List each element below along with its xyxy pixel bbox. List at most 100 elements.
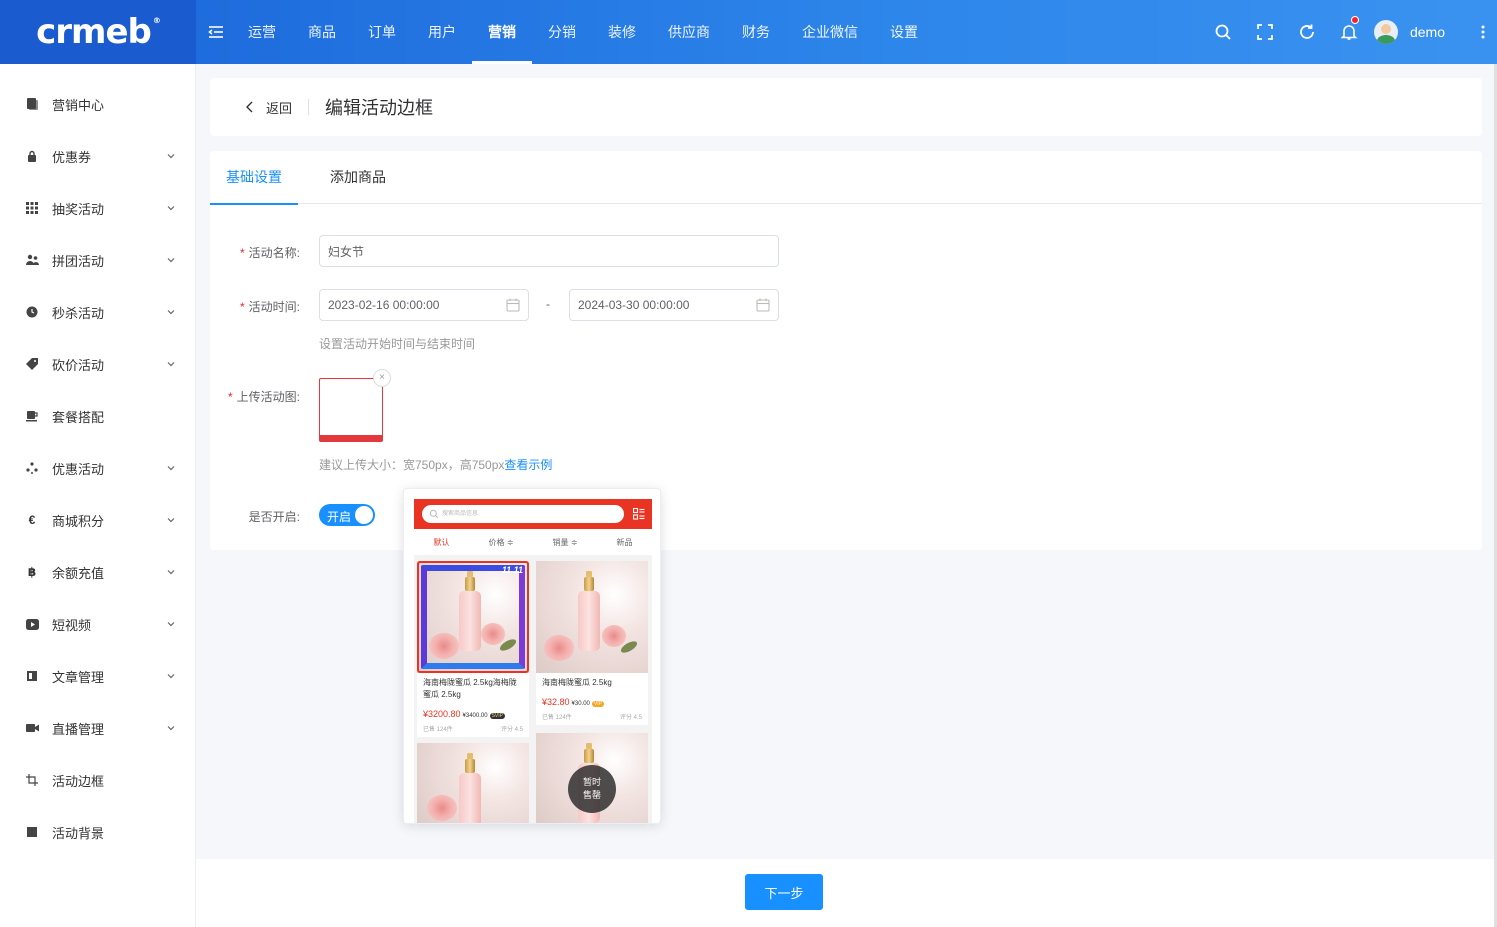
sidebar-item-label: 优惠活动 xyxy=(52,461,105,477)
frame-badge: 11.11 xyxy=(501,565,523,575)
sidebar-item-bundle[interactable]: 套餐搭配 xyxy=(0,390,195,442)
time-separator: - xyxy=(546,297,550,311)
sidebar-item-bargain[interactable]: 砍价活动 xyxy=(0,338,195,390)
example-search-bar: 搜索商品信息 xyxy=(414,499,652,529)
document-icon xyxy=(24,96,40,112)
product-name: 海南梅陇蜜瓜 2.5kg xyxy=(542,678,612,687)
sidebar-item-label: 余额充值 xyxy=(52,565,105,581)
sidebar-item-articles[interactable]: 文章管理 xyxy=(0,650,195,702)
tab-basic-settings[interactable]: 基础设置 xyxy=(210,151,298,205)
remove-image-button[interactable]: × xyxy=(373,369,391,387)
lock-icon xyxy=(24,148,40,164)
more-button[interactable] xyxy=(1469,0,1497,64)
sidebar-item-label: 营销中心 xyxy=(52,97,105,113)
view-example-link[interactable]: 查看示例 xyxy=(504,458,552,472)
sidebar-item-flash-sale[interactable]: 秒杀活动 xyxy=(0,286,195,338)
notification-button[interactable] xyxy=(1328,0,1370,64)
switch-text: 开启 xyxy=(327,510,352,524)
sidebar-item-promotions[interactable]: 优惠活动 xyxy=(0,442,195,494)
sidebar-item-label: 优惠券 xyxy=(52,149,92,165)
sort-sales: 销量 ≑ xyxy=(552,537,578,547)
sidebar-item-label: 直播管理 xyxy=(52,721,105,737)
tab-add-products[interactable]: 添加商品 xyxy=(298,151,418,204)
page-title: 编辑活动边框 xyxy=(325,98,434,118)
sidebar-item-points[interactable]: € 商城积分 xyxy=(0,494,195,546)
menu-collapse-icon[interactable] xyxy=(208,24,224,40)
clock-icon xyxy=(24,304,40,320)
product-name: 海南梅陇蜜瓜 2.5kg海梅陇蜜瓜 2.5kg xyxy=(423,678,517,699)
enable-switch[interactable]: 开启 xyxy=(319,504,375,526)
back-label: 返回 xyxy=(266,100,293,116)
sidebar-item-group-buy[interactable]: 拼团活动 xyxy=(0,234,195,286)
sidebar-item-label: 活动背景 xyxy=(52,825,105,841)
upload-label: * 上传活动图: xyxy=(227,390,300,404)
top-nav: 运营 商品 订单 用户 营销 分销 装修 供应商 财务 企业微信 设置 xyxy=(232,0,934,64)
logo[interactable]: crmeb ® xyxy=(0,0,196,64)
product-meta: 已售 124件 评分 4.5 xyxy=(542,715,642,721)
nav-wecom[interactable]: 企业微信 xyxy=(786,0,874,64)
sidebar-item-short-video[interactable]: 短视频 xyxy=(0,598,195,650)
sidebar-item-label: 套餐搭配 xyxy=(52,409,105,425)
footer-bar xyxy=(196,859,1497,927)
sidebar-item-live[interactable]: 直播管理 xyxy=(0,702,195,754)
chevron-down-icon xyxy=(167,466,175,471)
back-button[interactable]: 返回 xyxy=(244,98,292,117)
cup-icon xyxy=(24,408,40,424)
start-time-picker[interactable] xyxy=(319,289,529,321)
sidebar-item-label: 文章管理 xyxy=(52,669,105,685)
product-image: 11.11 xyxy=(417,561,529,673)
sidebar-item-label: 拼团活动 xyxy=(52,253,105,269)
product-image xyxy=(536,561,648,673)
username: demo xyxy=(1409,24,1445,40)
activity-name-input[interactable] xyxy=(319,235,779,267)
sidebar-item-marketing-center[interactable]: 营销中心 xyxy=(0,78,195,130)
highlight-border xyxy=(417,561,529,673)
baht-icon: ฿ xyxy=(27,565,37,579)
chevron-down-icon xyxy=(167,206,175,211)
sidebar-item-recharge[interactable]: ฿ 余额充值 xyxy=(0,546,195,598)
nav-distribution[interactable]: 分销 xyxy=(532,0,592,64)
refresh-button[interactable] xyxy=(1286,0,1328,64)
nav-marketing[interactable]: 营销 xyxy=(472,0,532,64)
nav-finance[interactable]: 财务 xyxy=(726,0,786,64)
sort-price: 价格 ≑ xyxy=(488,537,514,547)
sidebar-item-activity-background[interactable]: 活动背景 xyxy=(0,806,195,858)
next-step-button[interactable]: 下一步 xyxy=(745,874,823,910)
nav-supplier[interactable]: 供应商 xyxy=(652,0,726,64)
nav-users[interactable]: 用户 xyxy=(412,0,472,64)
chevron-down-icon xyxy=(167,674,175,679)
uploaded-frame-image[interactable] xyxy=(319,378,383,442)
chevron-down-icon xyxy=(167,310,175,315)
search-icon xyxy=(429,509,439,519)
sidebar-item-lottery[interactable]: 抽奖活动 xyxy=(0,182,195,234)
fullscreen-button[interactable] xyxy=(1244,0,1286,64)
fullscreen-icon xyxy=(1257,24,1273,40)
activity-time-label: * 活动时间: xyxy=(239,300,300,314)
tag-icon xyxy=(24,356,40,372)
nav-orders[interactable]: 订单 xyxy=(352,0,412,64)
nav-operations[interactable]: 运营 xyxy=(232,0,292,64)
nav-decoration[interactable]: 装修 xyxy=(592,0,652,64)
upload-tip: 建议上传大小：宽750px，高750px查看示例 xyxy=(319,458,553,472)
divider xyxy=(308,99,310,115)
sidebar-item-activity-frame[interactable]: 活动边框 xyxy=(0,754,195,806)
user-menu[interactable]: demo xyxy=(1373,20,1469,44)
calendar-icon xyxy=(756,298,770,312)
product-price: ¥32.80 ¥30.00 VIP xyxy=(542,697,604,707)
chevron-left-icon xyxy=(246,101,253,113)
search-icon xyxy=(1215,24,1231,40)
product-price: ¥3200.80 ¥3400.00 SVIP xyxy=(423,709,505,719)
grid-icon xyxy=(24,200,40,216)
sold-out-badge: 暂时 售罄 xyxy=(568,765,616,813)
sidebar: 营销中心 优惠券 抽奖活动 拼团活动 秒杀活动 砍价活动 套餐搭配 优惠活动 €… xyxy=(0,64,196,927)
sidebar-item-label: 活动边框 xyxy=(52,773,105,789)
search-button[interactable] xyxy=(1202,0,1244,64)
sidebar-item-coupons[interactable]: 优惠券 xyxy=(0,130,195,182)
bell-icon xyxy=(1340,25,1358,40)
enable-label: 是否开启: xyxy=(248,510,300,524)
example-product-card xyxy=(417,743,529,823)
nav-products[interactable]: 商品 xyxy=(292,0,352,64)
end-time-picker[interactable] xyxy=(569,289,779,321)
more-vertical-icon xyxy=(1481,25,1485,39)
nav-settings[interactable]: 设置 xyxy=(874,0,934,64)
